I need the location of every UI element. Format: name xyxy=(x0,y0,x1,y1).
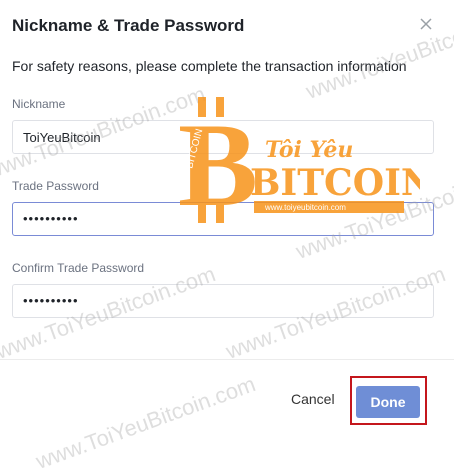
dialog-subtitle: For safety reasons, please complete the … xyxy=(12,58,407,74)
footer-divider xyxy=(0,359,454,360)
trade-password-label: Trade Password xyxy=(12,179,99,193)
trade-password-dialog: Nickname & Trade Password For safety rea… xyxy=(0,0,454,436)
nickname-label: Nickname xyxy=(12,97,66,111)
cancel-button[interactable]: Cancel xyxy=(291,391,335,407)
done-button[interactable]: Done xyxy=(356,386,420,418)
trade-password-input[interactable]: •••••••••• xyxy=(12,202,434,236)
nickname-input[interactable] xyxy=(12,120,434,154)
confirm-password-input[interactable]: •••••••••• xyxy=(12,284,434,318)
dialog-title: Nickname & Trade Password xyxy=(12,16,245,35)
confirm-password-label: Confirm Trade Password xyxy=(12,261,145,275)
close-icon[interactable] xyxy=(416,14,436,34)
